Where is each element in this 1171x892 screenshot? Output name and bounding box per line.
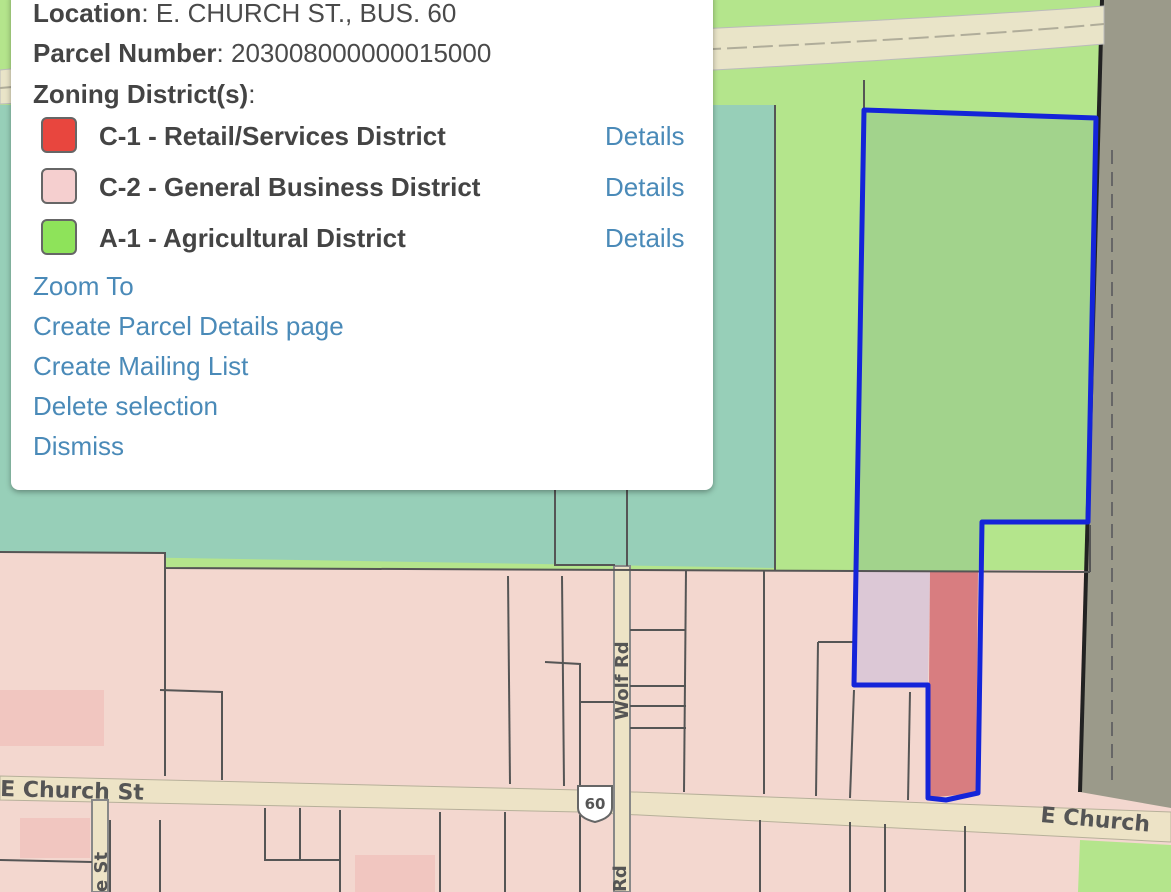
zone-label-c1: C-1 - Retail/Services District bbox=[99, 121, 446, 151]
zone-row-c1: C-1 - Retail/Services District Details bbox=[41, 117, 701, 155]
zone-details-link-c1[interactable]: Details bbox=[605, 121, 684, 152]
parcel-info-popup: Location: E. CHURCH ST., BUS. 60 Parcel … bbox=[11, 0, 713, 490]
route-60-shield: 60 bbox=[577, 785, 613, 824]
parcel-number-value: 203008000000015000 bbox=[231, 38, 492, 68]
zoning-districts-row: Zoning District(s): bbox=[33, 79, 255, 110]
wolf-rd-label: Wolf Rd bbox=[612, 641, 633, 720]
agricultural-zone-southeast bbox=[1078, 840, 1171, 892]
label-colon: : bbox=[141, 0, 149, 28]
zone-details-link-a1[interactable]: Details bbox=[605, 223, 684, 254]
dismiss-link[interactable]: Dismiss bbox=[33, 431, 124, 462]
route-shield-label: 60 bbox=[585, 795, 606, 813]
create-mailing-list-link[interactable]: Create Mailing List bbox=[33, 351, 248, 382]
st-bottom-label: e St bbox=[91, 852, 112, 892]
zoom-to-link[interactable]: Zoom To bbox=[33, 271, 134, 302]
create-parcel-details-link[interactable]: Create Parcel Details page bbox=[33, 311, 344, 342]
zone-swatch-a1 bbox=[41, 219, 77, 255]
zone-swatch-c1 bbox=[41, 117, 77, 153]
parcel-number-row: Parcel Number: 203008000000015000 bbox=[33, 38, 491, 69]
selected-parcel-c1 bbox=[928, 572, 978, 798]
location-value: E. CHURCH ST., BUS. 60 bbox=[155, 0, 457, 28]
parcel-number-label: Parcel Number bbox=[33, 38, 217, 68]
location-label: Location bbox=[33, 0, 142, 28]
zone-swatch-c2 bbox=[41, 168, 77, 204]
location-row: Location: E. CHURCH ST., BUS. 60 bbox=[33, 0, 456, 29]
wolf-rd-road bbox=[613, 565, 631, 892]
zone-row-a1: A-1 - Agricultural District Details bbox=[41, 219, 701, 257]
label-colon: : bbox=[248, 79, 256, 109]
zone-details-link-c2[interactable]: Details bbox=[605, 172, 684, 203]
label-colon: : bbox=[216, 38, 224, 68]
zoning-districts-label: Zoning District(s) bbox=[33, 79, 249, 109]
zone-row-c2: C-2 - General Business District Details bbox=[41, 168, 701, 206]
selected-parcel-c2 bbox=[854, 572, 930, 685]
selected-parcel-agricultural bbox=[858, 110, 1096, 572]
zone-label-c2: C-2 - General Business District bbox=[99, 172, 481, 202]
zone-label-a1: A-1 - Agricultural District bbox=[99, 223, 406, 253]
delete-selection-link[interactable]: Delete selection bbox=[33, 391, 218, 422]
rd-bottom-label: Rd bbox=[610, 865, 631, 892]
church-st-west-label: E Church St bbox=[0, 777, 145, 806]
